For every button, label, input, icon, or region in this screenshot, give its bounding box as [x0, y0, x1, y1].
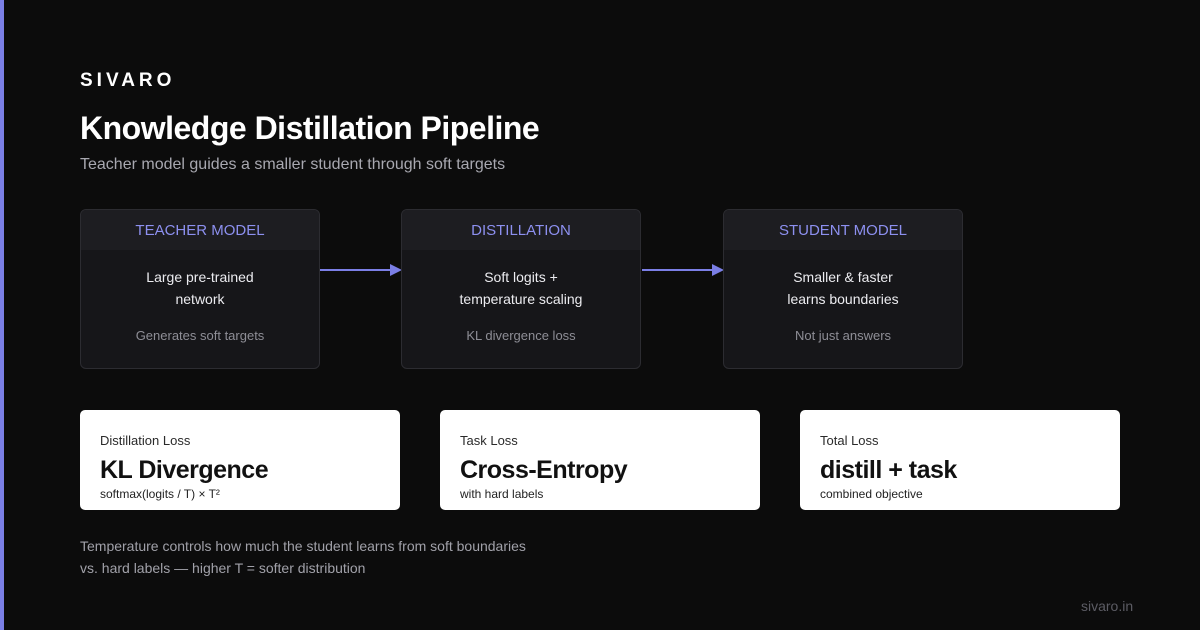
- stage-description: Smaller & faster learns boundaries: [724, 266, 962, 310]
- loss-value: KL Divergence: [100, 456, 269, 484]
- stage-description-line: network: [175, 291, 225, 307]
- stage-note: Not just answers: [794, 328, 892, 343]
- stage-description-line: learns boundaries: [787, 291, 899, 307]
- arrow-right-icon: [642, 264, 724, 276]
- brand-logo: SIVARO: [80, 70, 176, 91]
- accent-bar: [0, 0, 4, 630]
- stage-description-line: Soft logits +: [484, 269, 558, 285]
- arrow-right-icon: [320, 264, 402, 276]
- stage-note: Generates soft targets: [135, 328, 265, 343]
- loss-detail: combined objective: [820, 487, 923, 501]
- stage-description: Soft logits + temperature scaling: [402, 266, 640, 310]
- stage-card-distillation: DISTILLATION Soft logits + temperature s…: [401, 209, 641, 369]
- loss-value: distill + task: [820, 456, 957, 484]
- loss-detail: with hard labels: [460, 487, 544, 501]
- stage-header: STUDENT MODEL: [724, 210, 962, 250]
- stage-description: Large pre-trained network: [81, 266, 319, 310]
- stage-description-line: Large pre-trained: [146, 269, 254, 285]
- page-title: Knowledge Distillation Pipeline: [80, 110, 540, 146]
- loss-card-task: Task Loss Cross-Entropy with hard labels: [440, 410, 760, 510]
- loss-label: Task Loss: [460, 433, 518, 448]
- stage-card-student: STUDENT MODEL Smaller & faster learns bo…: [723, 209, 963, 369]
- stage-note: KL divergence loss: [466, 328, 576, 343]
- loss-card-distillation: Distillation Loss KL Divergence softmax(…: [80, 410, 400, 510]
- stage-card-teacher: TEACHER MODEL Large pre-trained network …: [80, 209, 320, 369]
- stage-header: TEACHER MODEL: [81, 210, 319, 250]
- footnote-line: Temperature controls how much the studen…: [80, 538, 526, 554]
- loss-label: Total Loss: [820, 433, 879, 448]
- page-subtitle: Teacher model guides a smaller student t…: [80, 156, 506, 173]
- loss-card-total: Total Loss distill + task combined objec…: [800, 410, 1120, 510]
- loss-value: Cross-Entropy: [460, 456, 628, 484]
- loss-label: Distillation Loss: [100, 433, 191, 448]
- site-url: sivaro.in: [1081, 598, 1134, 614]
- footnote-line: vs. hard labels — higher T = softer dist…: [80, 560, 366, 576]
- stage-header: DISTILLATION: [402, 210, 640, 250]
- stage-description-line: temperature scaling: [459, 291, 583, 307]
- loss-detail: softmax(logits / T) × T²: [100, 487, 220, 501]
- stage-description-line: Smaller & faster: [793, 269, 893, 285]
- footnote: Temperature controls how much the studen…: [80, 535, 526, 579]
